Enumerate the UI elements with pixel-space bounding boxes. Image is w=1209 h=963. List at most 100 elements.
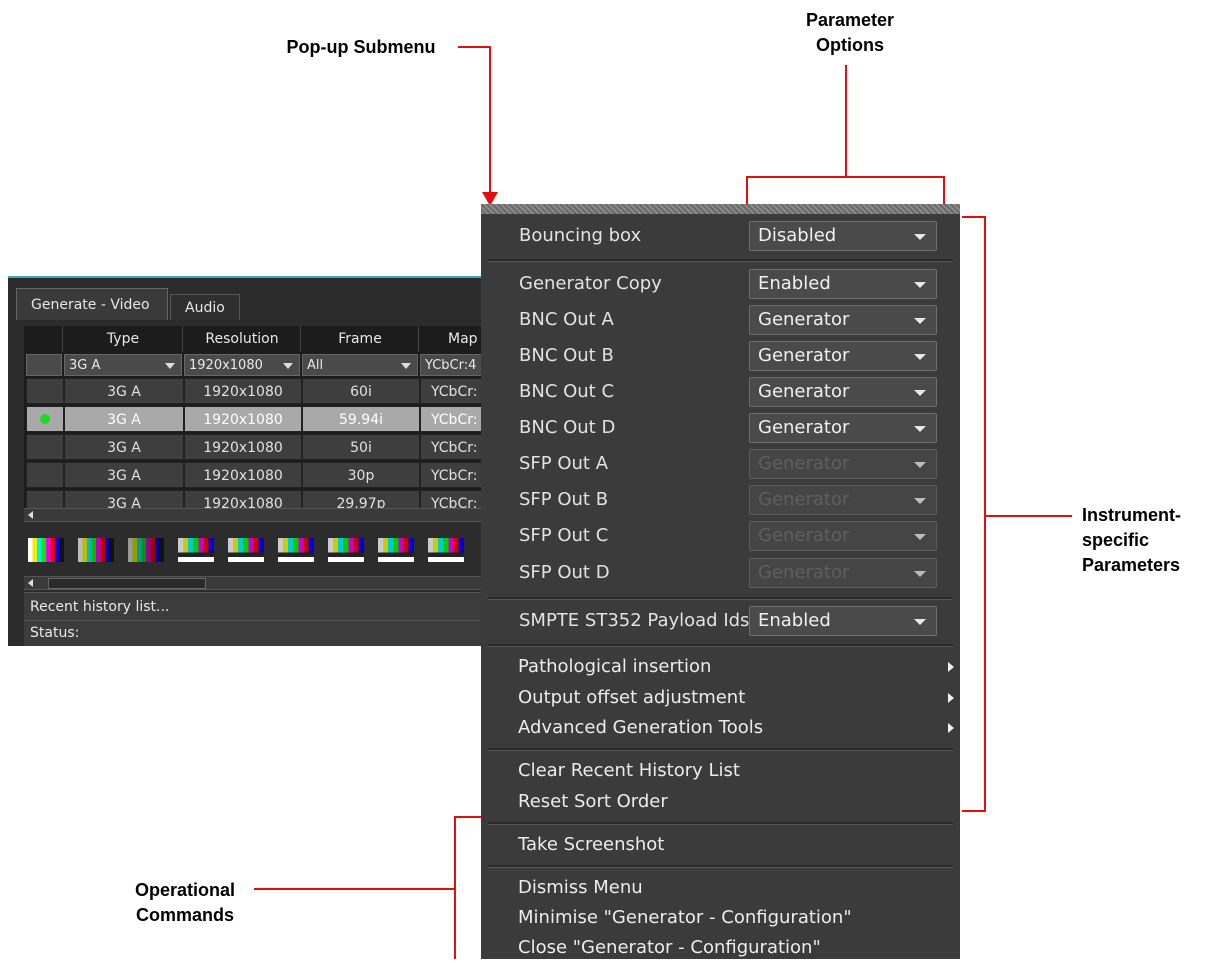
scroll-left-icon[interactable] — [28, 511, 33, 519]
smpte-bars-thumbnail[interactable] — [278, 538, 314, 562]
table-row-selected[interactable]: 3G A 1920x1080 59.94i YCbCr: — [24, 406, 524, 434]
operational-line-vertical — [454, 816, 456, 959]
chevron-down-icon — [914, 571, 926, 577]
cell-frame: 59.94i — [302, 406, 420, 432]
sfp-out-a-label: SFP Out A — [519, 453, 609, 474]
chevron-down-icon — [914, 234, 926, 240]
generator-copy-dropdown[interactable]: Enabled — [749, 269, 937, 299]
submenu-arrow-icon — [948, 693, 954, 703]
table-horizontal-scrollbar[interactable] — [24, 508, 524, 522]
smpte-bars-thumbnail[interactable] — [228, 538, 264, 562]
instrument-line-bottom — [962, 810, 986, 812]
reset-sort-order-item[interactable]: Reset Sort Order — [518, 787, 668, 817]
bnc-out-c-dropdown[interactable]: Generator — [749, 377, 937, 407]
color-bars-thumbnail[interactable] — [78, 538, 114, 562]
sfp-out-c-label: SFP Out C — [519, 525, 609, 546]
smpte-payload-dropdown[interactable]: Enabled — [749, 606, 937, 636]
chevron-down-icon — [165, 363, 175, 369]
pathological-insertion-item[interactable]: Pathological insertion — [518, 652, 952, 682]
param-options-line-stem — [845, 65, 847, 177]
smpte-payload-label: SMPTE ST352 Payload Ids — [519, 610, 750, 631]
signal-table: Type Resolution Frame Map 3G A 1920x1080… — [24, 326, 524, 512]
smpte-bars-thumbnail[interactable] — [428, 538, 464, 562]
chevron-down-icon — [401, 363, 411, 369]
color-bars-thumbnail[interactable] — [128, 538, 164, 562]
cell-resolution: 1920x1080 — [184, 462, 302, 488]
smpte-payload-value: Enabled — [758, 610, 831, 631]
smpte-bars-thumbnail[interactable] — [178, 538, 214, 562]
sfp-out-b-value: Generator — [758, 489, 850, 510]
clear-recent-history-item[interactable]: Clear Recent History List — [518, 756, 740, 786]
active-indicator-icon — [40, 414, 50, 424]
take-screenshot-item[interactable]: Take Screenshot — [518, 830, 664, 860]
popup-callout-line-v — [489, 46, 491, 192]
row-indicator-cell — [26, 434, 64, 460]
bouncing-box-value: Disabled — [758, 225, 837, 246]
bouncing-box-dropdown[interactable]: Disabled — [749, 221, 937, 251]
cell-frame: 30p — [302, 462, 420, 488]
operational-line-top — [454, 816, 482, 818]
column-header-frame[interactable]: Frame — [302, 326, 419, 352]
table-row[interactable]: 3G A 1920x1080 30p YCbCr: — [24, 462, 524, 490]
tab-generate-video[interactable]: Generate - Video — [16, 288, 168, 320]
bnc-out-c-label: BNC Out C — [519, 381, 615, 402]
generator-window: Generate - Video Audio Type Resolution F… — [8, 276, 528, 646]
column-header-resolution[interactable]: Resolution — [184, 326, 301, 352]
scroll-left-icon[interactable] — [28, 579, 33, 587]
chevron-down-icon — [914, 619, 926, 625]
sfp-out-a-value: Generator — [758, 453, 850, 474]
advanced-generation-tools-item[interactable]: Advanced Generation Tools — [518, 713, 952, 743]
filter-type[interactable]: 3G A — [64, 354, 182, 376]
instrument-line-pointer — [986, 515, 1072, 517]
bnc-out-d-label: BNC Out D — [519, 417, 616, 438]
sfp-out-c-dropdown: Generator — [749, 521, 937, 551]
scrollbar-handle[interactable] — [48, 578, 206, 589]
bnc-out-a-dropdown[interactable]: Generator — [749, 305, 937, 335]
menu-separator — [488, 865, 953, 868]
thumbnail-horizontal-scrollbar[interactable] — [24, 576, 524, 590]
smpte-bars-thumbnail[interactable] — [378, 538, 414, 562]
output-offset-item[interactable]: Output offset adjustment — [518, 683, 952, 713]
cell-frame: 60i — [302, 378, 420, 404]
bnc-out-b-value: Generator — [758, 345, 850, 366]
filter-frame[interactable]: All — [302, 354, 418, 376]
sfp-out-b-label: SFP Out B — [519, 489, 609, 510]
chevron-down-icon — [914, 462, 926, 468]
parameter-options-callout: Parameter Options — [805, 10, 895, 55]
bnc-out-d-dropdown[interactable]: Generator — [749, 413, 937, 443]
submenu-arrow-icon — [948, 723, 954, 733]
smpte-bars-thumbnail[interactable] — [328, 538, 364, 562]
instrument-specific-callout: Instrument- specific Parameters — [1082, 505, 1181, 575]
menu-separator — [488, 644, 953, 647]
minimise-window-item[interactable]: Minimise "Generator - Configuration" — [518, 903, 852, 933]
chevron-down-icon — [914, 282, 926, 288]
sfp-out-a-dropdown: Generator — [749, 449, 937, 479]
bnc-out-a-label: BNC Out A — [519, 309, 614, 330]
recent-history-bar[interactable]: Recent history list... — [24, 592, 524, 620]
menu-separator — [488, 259, 953, 262]
table-row[interactable]: 3G A 1920x1080 60i YCbCr: — [24, 378, 524, 406]
instrument-line-top — [962, 216, 986, 218]
tab-audio[interactable]: Audio — [170, 294, 240, 320]
sfp-out-c-value: Generator — [758, 525, 850, 546]
color-bars-thumbnail[interactable] — [28, 538, 64, 562]
cell-type: 3G A — [64, 434, 184, 460]
filter-type-value: 3G A — [69, 358, 101, 373]
filter-resolution[interactable]: 1920x1080 — [184, 354, 300, 376]
submenu-arrow-icon — [948, 662, 954, 672]
param-options-line-top — [746, 176, 945, 178]
status-bar: Status: — [24, 620, 524, 646]
table-row[interactable]: 3G A 1920x1080 50i YCbCr: — [24, 434, 524, 462]
column-header-type[interactable]: Type — [64, 326, 183, 352]
sfp-out-d-label: SFP Out D — [519, 562, 610, 583]
menu-grip[interactable] — [481, 204, 960, 214]
bnc-out-b-dropdown[interactable]: Generator — [749, 341, 937, 371]
instrument-line-vertical — [984, 216, 986, 812]
cell-frame: 50i — [302, 434, 420, 460]
popup-callout-line-h — [458, 46, 491, 48]
dismiss-menu-item[interactable]: Dismiss Menu — [518, 873, 643, 903]
cell-type: 3G A — [64, 406, 184, 432]
operational-line-pointer — [254, 888, 456, 890]
sfp-out-b-dropdown: Generator — [749, 485, 937, 515]
chevron-down-icon — [914, 390, 926, 396]
